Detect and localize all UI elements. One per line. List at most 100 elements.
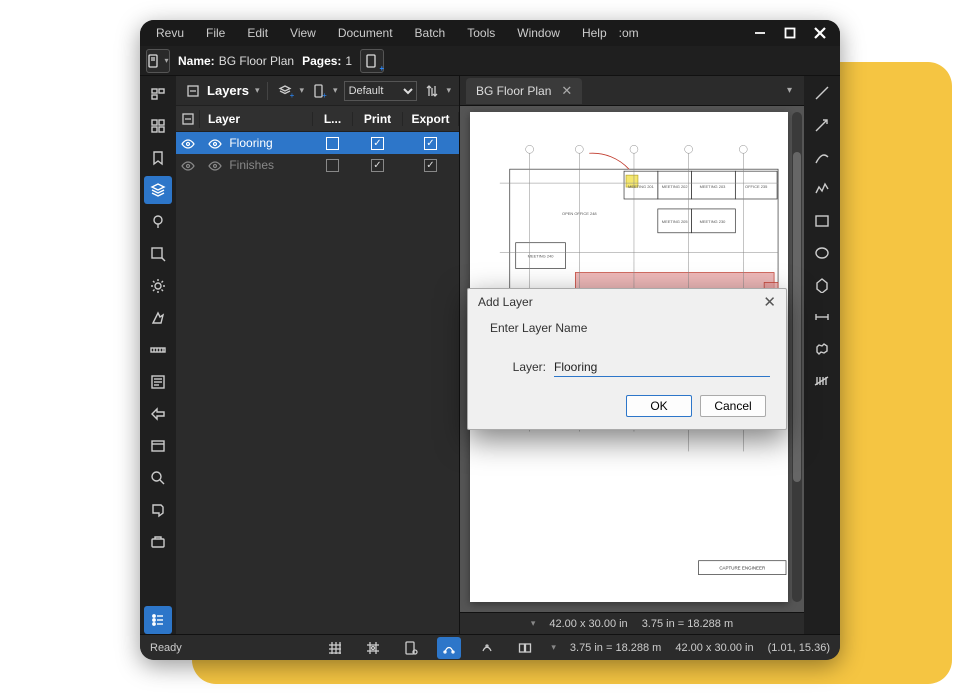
document-tab[interactable]: BG Floor Plan ✕ <box>466 78 582 104</box>
bookmarks-panel-button[interactable] <box>144 144 172 172</box>
layer-config-select[interactable]: Default <box>344 81 418 101</box>
ok-button[interactable]: OK <box>626 395 692 417</box>
links-panel-button[interactable] <box>144 400 172 428</box>
add-layer-dialog: Add Layer ✕ Enter Layer Name Layer: OK C… <box>467 288 787 430</box>
new-layer-dropdown[interactable]: ▾ <box>333 85 338 96</box>
column-layer[interactable]: Layer <box>200 112 313 126</box>
snap-markup-toggle[interactable] <box>437 637 461 659</box>
right-toolbar <box>804 76 840 634</box>
rectangle-tool[interactable] <box>809 208 835 234</box>
layers-panel-title: Layers <box>207 83 249 98</box>
export-checkbox[interactable]: ✓ <box>424 159 437 172</box>
print-checkbox[interactable]: ✓ <box>371 137 384 150</box>
reuse-toggle[interactable] <box>475 637 499 659</box>
column-export[interactable]: Export <box>403 112 459 126</box>
dialog-title: Add Layer <box>478 295 533 309</box>
document-menu-button[interactable]: ▾ <box>146 49 170 73</box>
doc-name-value: BG Floor Plan <box>219 54 294 68</box>
zoom-fragment: :om <box>619 22 649 44</box>
svg-text:MEETING 203: MEETING 203 <box>700 184 727 189</box>
column-visibility[interactable] <box>176 110 200 128</box>
markups-list-button[interactable] <box>144 606 172 634</box>
menubar: Revu File Edit View Document Batch Tools… <box>140 20 840 46</box>
grid-toggle[interactable] <box>323 637 347 659</box>
sync-toggle[interactable] <box>513 637 537 659</box>
menu-view[interactable]: View <box>280 22 326 44</box>
settings-panel-button[interactable] <box>144 272 172 300</box>
tab-overflow-dropdown[interactable]: ▾ <box>775 85 804 96</box>
close-tab-icon[interactable]: ✕ <box>561 83 572 99</box>
search-panel-button[interactable] <box>144 464 172 492</box>
visibility-icon[interactable] <box>181 138 195 148</box>
cloud-tool[interactable] <box>809 336 835 362</box>
layer-field-label: Layer: <box>510 360 546 374</box>
signatures-panel-button[interactable] <box>144 432 172 460</box>
export-checkbox[interactable]: ✓ <box>424 137 437 150</box>
menu-help[interactable]: Help <box>572 22 617 44</box>
app-window: Revu File Edit View Document Batch Tools… <box>140 20 840 660</box>
file-access-panel-button[interactable] <box>144 112 172 140</box>
dimension-tool[interactable] <box>809 304 835 330</box>
layers-title-dropdown[interactable]: ▾ <box>255 85 260 96</box>
layer-name-input[interactable] <box>554 357 770 377</box>
spaces-panel-button[interactable] <box>144 208 172 236</box>
new-page-button[interactable]: + <box>360 49 384 73</box>
svg-text:MEETING 201: MEETING 201 <box>628 184 655 189</box>
polygon-tool[interactable] <box>809 272 835 298</box>
menu-tools[interactable]: Tools <box>457 22 505 44</box>
layers-panel-button[interactable] <box>144 176 172 204</box>
menu-batch[interactable]: Batch <box>405 22 456 44</box>
vertical-scrollbar[interactable] <box>792 112 802 602</box>
menu-window[interactable]: Window <box>507 22 570 44</box>
arrow-tool[interactable] <box>809 112 835 138</box>
layer-row[interactable]: Finishes ✓ ✓ <box>176 154 459 176</box>
sync-dropdown[interactable]: ▾ <box>551 642 556 653</box>
layer-sort-icon[interactable] <box>423 82 440 100</box>
ellipse-tool[interactable] <box>809 240 835 266</box>
window-minimize-button[interactable] <box>746 21 774 45</box>
footer-dropdown[interactable]: ▾ <box>531 618 536 629</box>
visibility-icon[interactable] <box>181 160 195 170</box>
measure-panel-button[interactable] <box>144 336 172 364</box>
cancel-button[interactable]: Cancel <box>700 395 766 417</box>
markups-panel-button[interactable] <box>144 240 172 268</box>
print-checkbox[interactable]: ✓ <box>371 159 384 172</box>
layers-stack-icon[interactable]: + <box>276 82 293 100</box>
window-close-button[interactable] <box>806 21 834 45</box>
layers-panel-header: Layers ▾ + ▾ + ▾ Default ▾ <box>176 76 459 106</box>
dialog-hint: Enter Layer Name <box>484 321 770 335</box>
layers-stack-dropdown[interactable]: ▾ <box>299 85 304 96</box>
line-tool[interactable] <box>809 80 835 106</box>
snap-toggle[interactable] <box>361 637 385 659</box>
toolchest-panel-button[interactable] <box>144 528 172 556</box>
column-print[interactable]: Print <box>353 112 403 126</box>
layer-name: Finishes <box>229 158 274 172</box>
lock-checkbox[interactable] <box>326 159 339 172</box>
svg-text:OFFICE 235: OFFICE 235 <box>745 184 768 189</box>
count-tool[interactable] <box>809 368 835 394</box>
polyline-tool[interactable] <box>809 176 835 202</box>
layer-sort-dropdown[interactable]: ▾ <box>446 85 451 96</box>
new-layer-doc-icon[interactable]: + <box>310 82 327 100</box>
layer-name: Flooring <box>229 136 272 150</box>
collapse-icon[interactable] <box>184 82 201 100</box>
svg-text:OPEN OFFICE 248: OPEN OFFICE 248 <box>562 211 597 216</box>
svg-text:MEETING 240: MEETING 240 <box>528 254 555 259</box>
snap-content-toggle[interactable] <box>399 637 423 659</box>
dialog-close-icon[interactable]: ✕ <box>763 293 776 311</box>
lock-checkbox[interactable] <box>326 137 339 150</box>
forms-panel-button[interactable] <box>144 368 172 396</box>
thumbnails-panel-button[interactable] <box>144 80 172 108</box>
column-lock[interactable]: L... <box>313 112 353 126</box>
arc-tool[interactable] <box>809 144 835 170</box>
window-maximize-button[interactable] <box>776 21 804 45</box>
menu-file[interactable]: File <box>196 22 235 44</box>
studio-panel-button[interactable] <box>144 496 172 524</box>
effects-panel-button[interactable] <box>144 304 172 332</box>
layer-row[interactable]: Flooring ✓ ✓ <box>176 132 459 154</box>
menu-revu[interactable]: Revu <box>146 22 194 44</box>
menu-edit[interactable]: Edit <box>237 22 278 44</box>
layers-panel: Layers ▾ + ▾ + ▾ Default ▾ Layer L... Pr… <box>176 76 460 634</box>
menu-document[interactable]: Document <box>328 22 403 44</box>
svg-text:CAPTURE ENGINEER: CAPTURE ENGINEER <box>719 566 766 571</box>
